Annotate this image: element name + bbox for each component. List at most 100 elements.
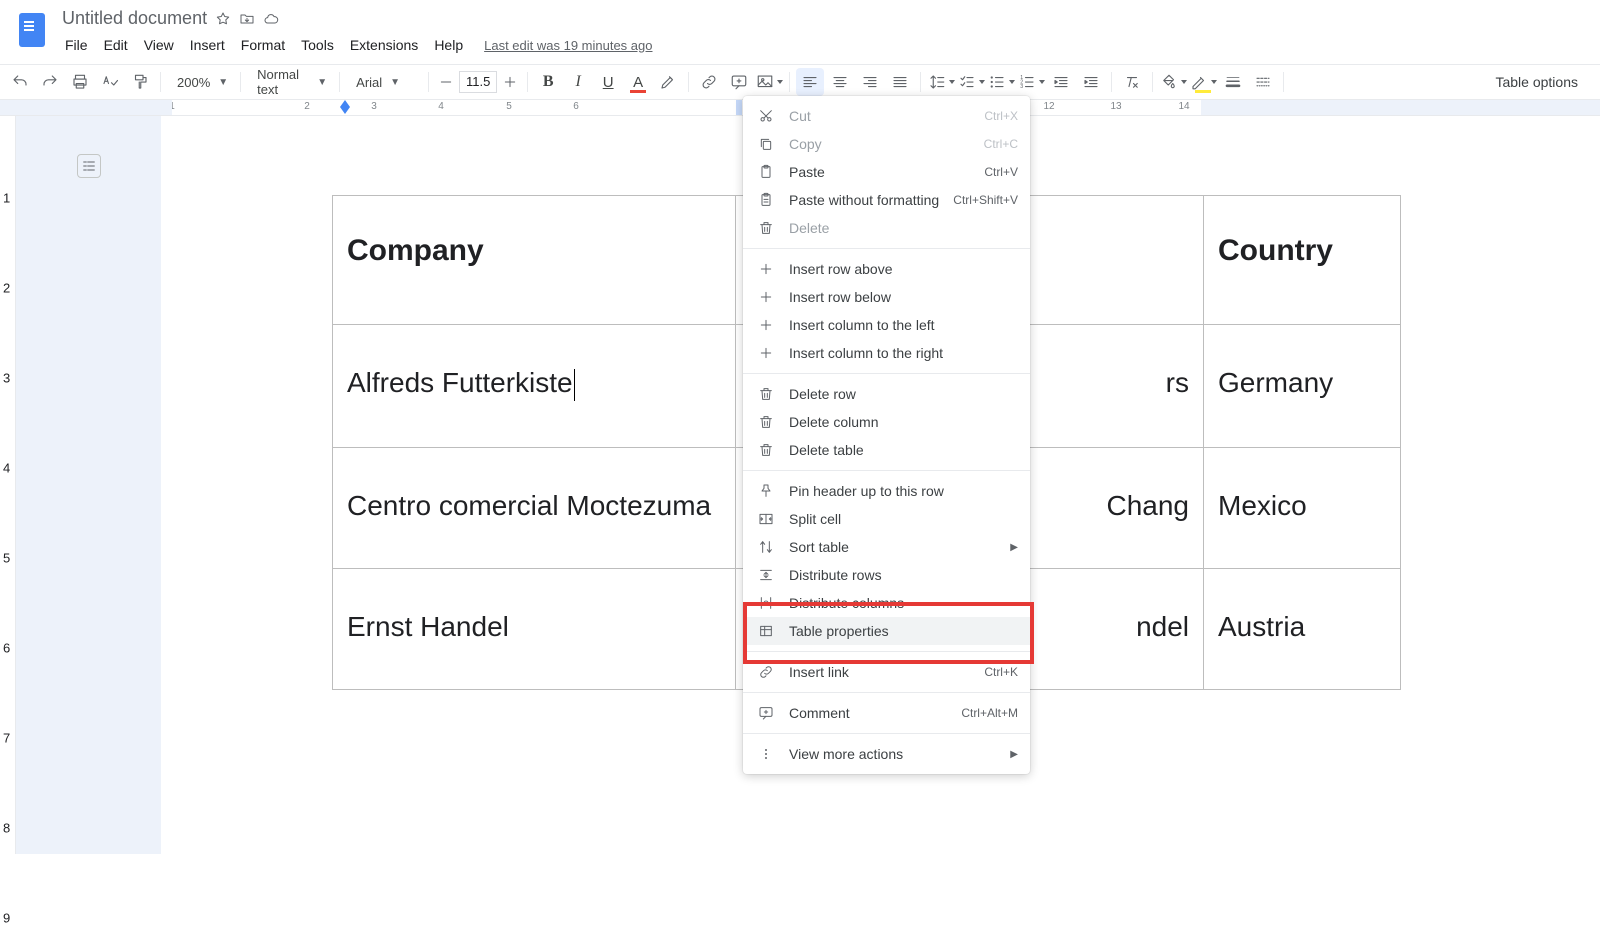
align-center-button[interactable] (826, 68, 854, 96)
zoom-select[interactable]: 200%▼ (167, 68, 234, 96)
menu-view[interactable]: View (137, 33, 181, 57)
table-cell[interactable]: Germany (1204, 325, 1401, 448)
menu-extensions[interactable]: Extensions (343, 33, 425, 57)
context-menu-sort-table[interactable]: Sort table▶ (743, 533, 1030, 561)
align-left-button[interactable] (796, 68, 824, 96)
table-cell[interactable]: Ernst Handel (333, 568, 736, 689)
context-menu-label: Insert link (789, 664, 970, 680)
border-width-button[interactable] (1219, 68, 1247, 96)
document-title[interactable]: Untitled document (62, 8, 207, 29)
paste-icon (757, 163, 775, 181)
insert-image-button[interactable] (755, 68, 783, 96)
menu-tools[interactable]: Tools (294, 33, 341, 57)
context-menu-pin-header-up-to-this-row[interactable]: Pin header up to this row (743, 477, 1030, 505)
italic-button[interactable]: I (564, 68, 592, 96)
redo-button[interactable] (36, 68, 64, 96)
context-menu-table-properties[interactable]: Table properties (743, 617, 1030, 645)
copy-icon (757, 135, 775, 153)
ruler-tick: 4 (438, 101, 444, 112)
insert-link-button[interactable] (695, 68, 723, 96)
context-menu-label: Paste (789, 164, 970, 180)
context-menu-insert-column-to-the-left[interactable]: Insert column to the left (743, 311, 1030, 339)
context-menu-label: Cut (789, 108, 970, 124)
underline-button[interactable]: U (594, 68, 622, 96)
border-color-button[interactable] (1189, 68, 1217, 96)
context-menu-label: Delete table (789, 442, 1018, 458)
print-button[interactable] (66, 68, 94, 96)
font-size-decrease[interactable] (435, 71, 457, 93)
cell-fill-color-button[interactable] (1159, 68, 1187, 96)
context-menu-delete-column[interactable]: Delete column (743, 408, 1030, 436)
decrease-indent-button[interactable] (1047, 68, 1075, 96)
context-menu-distribute-columns[interactable]: Distribute columns (743, 589, 1030, 617)
ruler-tick: 13 (1110, 101, 1121, 112)
border-dash-button[interactable] (1249, 68, 1277, 96)
context-menu-insert-column-to-the-right[interactable]: Insert column to the right (743, 339, 1030, 367)
table-header-cell[interactable]: Country (1204, 196, 1401, 325)
menu-file[interactable]: File (58, 33, 95, 57)
context-menu-paste-without-formatting[interactable]: Paste without formattingCtrl+Shift+V (743, 186, 1030, 214)
move-icon[interactable] (239, 11, 255, 27)
clear-formatting-button[interactable] (1118, 68, 1146, 96)
context-menu-shortcut: Ctrl+V (984, 165, 1018, 179)
context-menu-split-cell[interactable]: Split cell (743, 505, 1030, 533)
cloud-status-icon[interactable] (263, 11, 279, 27)
menu-insert[interactable]: Insert (183, 33, 232, 57)
table-header-cell[interactable]: Company (333, 196, 736, 325)
submenu-arrow-icon: ▶ (1010, 749, 1018, 760)
context-menu-insert-link[interactable]: Insert linkCtrl+K (743, 658, 1030, 686)
context-menu-shortcut: Ctrl+Shift+V (953, 193, 1018, 207)
bulleted-list-button[interactable] (987, 68, 1015, 96)
context-menu-distribute-rows[interactable]: Distribute rows (743, 561, 1030, 589)
align-justify-button[interactable] (886, 68, 914, 96)
context-menu-shortcut: Ctrl+X (984, 109, 1018, 123)
spellcheck-button[interactable] (96, 68, 124, 96)
menu-edit[interactable]: Edit (97, 33, 135, 57)
context-menu-separator (743, 248, 1030, 249)
text-color-button[interactable]: A (624, 68, 652, 96)
vertical-ruler[interactable]: 123456789 (0, 116, 16, 854)
context-menu-delete-table[interactable]: Delete table (743, 436, 1030, 464)
context-menu-label: View more actions (789, 746, 996, 762)
font-size-increase[interactable] (499, 71, 521, 93)
star-icon[interactable] (215, 11, 231, 27)
paint-format-button[interactable] (126, 68, 154, 96)
highlight-color-button[interactable] (654, 68, 682, 96)
table-cell[interactable]: Mexico (1204, 447, 1401, 568)
context-menu-view-more-actions[interactable]: View more actions ▶ (743, 740, 1030, 768)
docs-logo[interactable] (12, 10, 52, 50)
align-right-button[interactable] (856, 68, 884, 96)
numbered-list-button[interactable]: 123 (1017, 68, 1045, 96)
line-spacing-button[interactable] (927, 68, 955, 96)
add-comment-button[interactable] (725, 68, 753, 96)
context-menu-label: Distribute rows (789, 567, 1018, 583)
context-menu-delete: Delete (743, 214, 1030, 242)
context-menu-shortcut: Ctrl+Alt+M (961, 706, 1018, 720)
increase-indent-button[interactable] (1077, 68, 1105, 96)
undo-button[interactable] (6, 68, 34, 96)
context-menu-comment[interactable]: CommentCtrl+Alt+M (743, 699, 1030, 727)
table-cell[interactable]: Centro comercial Moctezuma (333, 447, 736, 568)
table-cell[interactable]: Austria (1204, 568, 1401, 689)
menu-help[interactable]: Help (427, 33, 470, 57)
cut-icon (757, 107, 775, 125)
context-menu-delete-row[interactable]: Delete row (743, 380, 1030, 408)
bold-button[interactable]: B (534, 68, 562, 96)
checklist-button[interactable] (957, 68, 985, 96)
context-menu-insert-row-below[interactable]: Insert row below (743, 283, 1030, 311)
context-menu-label: Delete column (789, 414, 1018, 430)
context-menu-paste[interactable]: Paste Ctrl+V (743, 158, 1030, 186)
document-outline-button[interactable] (77, 154, 101, 178)
link-icon (757, 663, 775, 681)
context-menu: CutCtrl+XCopyCtrl+CPasteCtrl+VPaste with… (743, 96, 1030, 774)
context-menu-label: Insert row above (789, 261, 1018, 277)
menu-format[interactable]: Format (234, 33, 292, 57)
font-family-select[interactable]: Arial▼ (346, 68, 422, 96)
comment-icon (757, 704, 775, 722)
table-options-button[interactable]: Table options (1479, 74, 1594, 90)
paragraph-style-select[interactable]: Normal text▼ (247, 68, 333, 96)
font-size-input[interactable]: 11.5 (459, 71, 497, 93)
last-edit-link[interactable]: Last edit was 19 minutes ago (484, 38, 652, 53)
table-cell[interactable]: Alfreds Futterkiste (333, 325, 736, 448)
context-menu-insert-row-above[interactable]: Insert row above (743, 255, 1030, 283)
